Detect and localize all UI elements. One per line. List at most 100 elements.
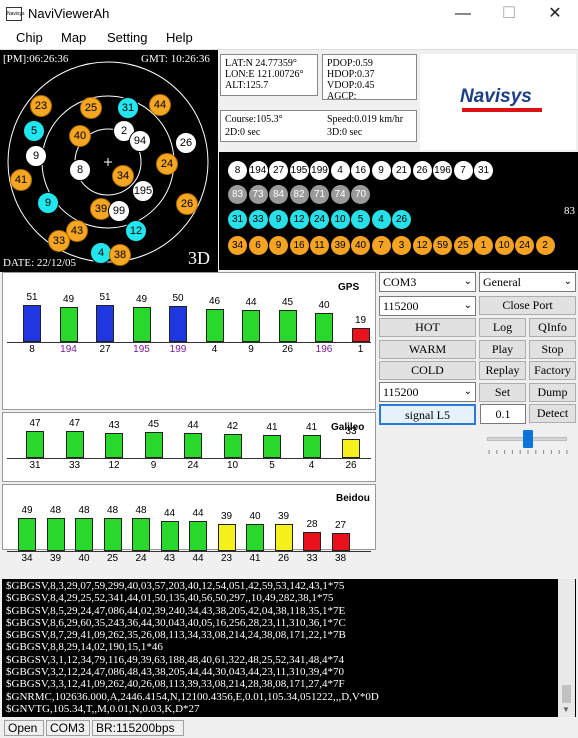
prn-label: 38 [334, 553, 347, 564]
gps-signal-panel: GPS 51 8 49 194 51 27 49 195 50 199 46 4 44 9 45 26 40 19… [2, 272, 376, 410]
navisys-logo: Navisys [460, 86, 532, 107]
prn-chip: 84 [269, 185, 288, 204]
snr-value: 44 [187, 419, 199, 431]
signal-l5-button[interactable]: signal L5 [379, 404, 476, 425]
sky-satellite: 195 [132, 180, 154, 202]
snr-value: 44 [192, 508, 204, 520]
snr-bar [18, 517, 36, 551]
prn-label: 33 [306, 553, 318, 564]
sky-satellite: 94 [129, 130, 151, 152]
replay-button[interactable]: Replay [479, 361, 526, 380]
cold-button[interactable]: COLD [379, 361, 476, 380]
mode-value: General [483, 275, 521, 289]
prn-label: 40 [78, 553, 90, 564]
stop-button[interactable]: Stop [529, 340, 576, 359]
pdop: PDOP:0.59 [327, 58, 373, 69]
speed: Speed:0.019 km/hr [327, 114, 404, 125]
log-line: $GBGSV,8,7,29,41,09,262,35,26,08,113,34,… [6, 629, 346, 642]
snr-bar [205, 308, 224, 342]
snr-value: 50 [172, 293, 184, 304]
maximize-button[interactable]: ☐ [486, 0, 532, 28]
snr-value: 46 [208, 295, 221, 307]
scroll-thumb[interactable] [562, 685, 571, 703]
prn-chip: 12 [289, 210, 309, 229]
prn-side-value: 83 [564, 205, 575, 217]
menu-map[interactable]: Map [61, 30, 86, 45]
warm-button[interactable]: WARM [379, 340, 476, 359]
log-scrollbar[interactable]: ▼ [558, 579, 575, 717]
log-line: $GNVTG,105.34,T,,M,0.01,N,0.03,K,D*27 [6, 702, 200, 715]
prn-label: 26 [277, 553, 290, 564]
baud-combo-2[interactable]: 115200 ⌄ [379, 382, 476, 402]
port-value: COM3 [383, 275, 417, 289]
snr-bar [242, 310, 260, 342]
menu-help[interactable]: Help [166, 30, 193, 45]
snr-value: 48 [106, 505, 119, 517]
prn-chip: 83 [228, 185, 247, 204]
slider-ticks [488, 450, 568, 454]
prn-label: 26 [281, 344, 294, 355]
baseline [7, 551, 371, 552]
prn-chip: 59 [433, 236, 452, 255]
slider-thumb[interactable] [523, 430, 533, 448]
agcp: AGCP: [327, 91, 357, 102]
chevron-down-icon: ⌄ [463, 386, 472, 397]
detect-button[interactable]: Detect [529, 404, 576, 423]
prn-strip: 83 8 194 27 195 199 4 16 9 21 26 196 7 31 83 73 84 82 71 7… [219, 152, 578, 270]
baseline [7, 458, 371, 459]
menu-setting[interactable]: Setting [107, 30, 147, 45]
snr-bar [263, 434, 281, 458]
prn-chip: 21 [392, 161, 411, 180]
course: Course:105.3° [225, 114, 283, 125]
play-button[interactable]: Play [479, 340, 526, 359]
set-button[interactable]: Set [479, 383, 526, 402]
prn-chip: 9 [269, 236, 288, 255]
dump-button[interactable]: Dump [529, 383, 576, 402]
snr-bar [46, 518, 65, 551]
port-combo[interactable]: COM3 ⌄ [379, 272, 476, 292]
threshold-input[interactable]: 0.1 [480, 404, 526, 424]
prn-label: 43 [163, 553, 176, 564]
snr-bar [223, 434, 242, 458]
log-button[interactable]: Log [479, 318, 526, 337]
prn-chip: 8 [228, 161, 247, 180]
status-bar: Open COM3 BR:115200bps [0, 718, 578, 738]
snr-bar [144, 432, 163, 458]
prn-label: 44 [192, 553, 204, 564]
scroll-down-icon[interactable]: ▼ [562, 705, 570, 714]
prn-label: 196 [315, 344, 333, 355]
sky-view[interactable]: [PM]:06:26:36 GMT: 10:26:36 DATE: 22/12/… [0, 50, 218, 272]
snr-bar [23, 305, 41, 342]
chevron-down-icon: ⌄ [463, 300, 472, 311]
snr-bar [59, 306, 78, 342]
snr-value: 33 [345, 426, 357, 438]
status-state: Open [4, 720, 44, 736]
chevron-down-icon: ⌄ [563, 276, 572, 287]
menu-chip[interactable]: Chip [16, 30, 43, 45]
snr-bar [246, 523, 264, 551]
prn-chip: 25 [453, 236, 473, 255]
prn-label: 5 [269, 460, 275, 471]
prn-label: 4 [308, 460, 315, 471]
prn-chip: 9 [371, 161, 391, 180]
prn-label: 39 [49, 553, 62, 564]
prn-chip: 70 [351, 185, 370, 204]
snr-bar [26, 431, 44, 458]
prn-chip: 27 [269, 161, 288, 180]
close-port-button[interactable]: Close Port [479, 296, 576, 315]
snr-value: 48 [78, 505, 90, 517]
factory-button[interactable]: Factory [529, 361, 576, 380]
nmea-log[interactable]: $GBGSV,8,3,29,07,59,299,40,03,57,203,40,… [2, 579, 576, 717]
prn-chip: 2 [535, 236, 555, 255]
altitude: ALT:125.7 [225, 80, 269, 91]
hot-button[interactable]: HOT [379, 318, 476, 337]
log-line: $GBGSV,8,6,29,60,35,243,36,44,30,043,40,… [6, 616, 346, 629]
qinfo-button[interactable]: QInfo [529, 318, 576, 337]
baud-combo[interactable]: 115200 ⌄ [379, 296, 476, 316]
snr-value: 49 [62, 293, 75, 305]
close-button[interactable]: ✕ [532, 0, 578, 28]
mode-combo[interactable]: General ⌄ [479, 272, 576, 292]
minimize-button[interactable]: — [440, 0, 486, 28]
fix-type: 3D [188, 248, 210, 268]
snr-value: 43 [108, 420, 120, 432]
